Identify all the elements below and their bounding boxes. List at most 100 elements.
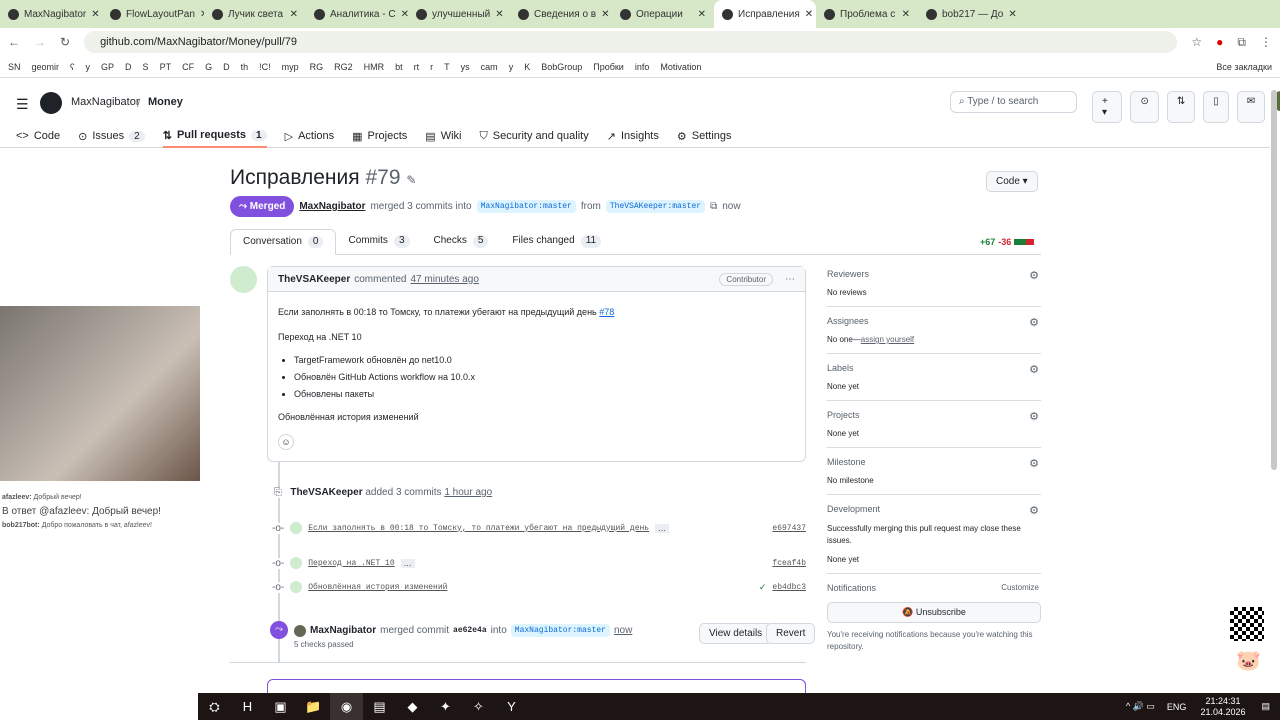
bookmark-item[interactable]: PT <box>160 62 172 72</box>
reload-icon[interactable]: ↻ <box>60 35 70 49</box>
bookmark-item[interactable]: cam <box>481 62 498 72</box>
app-icon[interactable]: H <box>231 693 264 720</box>
gear-icon[interactable]: ⚙ <box>1029 504 1039 517</box>
repo-name-link[interactable]: Money <box>148 96 183 108</box>
menu-icon[interactable]: ⋮ <box>1260 35 1272 49</box>
revert-button[interactable]: Revert <box>766 623 816 644</box>
commit-message-link[interactable]: Переход на .NET 10 <box>308 559 394 568</box>
repo-nav-projects[interactable]: ▦ Projects <box>352 124 407 148</box>
close-icon[interactable]: ✕ <box>601 9 609 20</box>
base-branch[interactable]: MaxNagibator:master <box>476 200 576 213</box>
gear-icon[interactable]: ⚙ <box>1029 457 1039 470</box>
repo-owner-link[interactable]: MaxNagibator <box>71 96 139 108</box>
app-icon[interactable]: ✧ <box>462 693 495 720</box>
folder-icon[interactable]: 📁 <box>297 693 330 720</box>
close-icon[interactable]: ✕ <box>495 9 503 20</box>
bookmark-item[interactable]: y <box>509 62 514 72</box>
browser-tab[interactable]: bob217 — До ✕ <box>918 0 1020 28</box>
bookmark-item[interactable]: bt <box>395 62 403 72</box>
expand-icon[interactable]: … <box>400 558 415 568</box>
tab-conversation[interactable]: Conversation 0 <box>230 229 337 255</box>
browser-tab[interactable]: Операции ✕ <box>612 0 714 28</box>
back-icon[interactable]: ← <box>8 35 20 49</box>
hamburger-icon[interactable]: ☰ <box>16 96 29 113</box>
tab-checks[interactable]: Checks 5 <box>422 229 501 254</box>
repo-nav-pull-requests[interactable]: ⇅ Pull requests 1 <box>162 124 267 148</box>
view-details-button[interactable]: View details <box>699 623 773 644</box>
close-icon[interactable]: ✕ <box>1008 9 1016 20</box>
extensions-icon[interactable]: ⧉ <box>1237 35 1246 50</box>
bookmark-item[interactable]: th <box>241 62 249 72</box>
forward-icon[interactable]: → <box>34 35 46 49</box>
gear-icon[interactable]: ⚙ <box>1029 363 1039 376</box>
inbox-icon[interactable]: ✉ <box>1236 91 1266 123</box>
close-icon[interactable]: ✕ <box>290 9 298 20</box>
bookmark-item[interactable]: Пробки <box>593 62 624 72</box>
bookmark-item[interactable]: myp <box>282 62 299 72</box>
repo-nav-wiki[interactable]: ▤ Wiki <box>425 124 461 148</box>
star-icon[interactable]: ☆ <box>1191 35 1202 49</box>
search-input[interactable]: ⌕ Type / to search <box>950 91 1077 113</box>
repo-nav-code[interactable]: <> Code <box>16 124 60 148</box>
issue-link[interactable]: #78 <box>599 307 614 317</box>
bookmark-item[interactable]: ys <box>461 62 470 72</box>
commit-message-link[interactable]: Обновлённая история изменений <box>308 583 447 592</box>
close-icon[interactable]: ✕ <box>401 9 408 20</box>
issues-icon[interactable]: ⊙ <box>1130 91 1159 123</box>
repo-nav-actions[interactable]: ▷ Actions <box>285 124 335 148</box>
repositories-icon[interactable]: ▯ <box>1203 91 1229 123</box>
assign-yourself-link[interactable]: assign yourself <box>861 335 914 344</box>
bookmark-item[interactable]: G <box>205 62 212 72</box>
bookmark-item[interactable]: CF <box>182 62 194 72</box>
commenter-avatar[interactable] <box>230 266 257 293</box>
all-bookmarks[interactable]: Все закладки <box>1216 62 1272 72</box>
bookmark-item[interactable]: rt <box>414 62 420 72</box>
bookmark-item[interactable]: r <box>430 62 433 72</box>
bookmark-item[interactable]: y <box>86 62 91 72</box>
expand-icon[interactable]: … <box>655 523 670 533</box>
commit-sha-link[interactable]: fceaf4b <box>772 559 806 568</box>
pull-requests-icon[interactable]: ⇅ <box>1166 91 1196 123</box>
edit-icon[interactable]: ✎ <box>406 173 416 187</box>
close-icon[interactable]: ✕ <box>698 9 706 20</box>
browser-tab[interactable]: Проблема с ✕ <box>816 0 918 28</box>
repo-nav-insights[interactable]: ↗ Insights <box>607 124 659 148</box>
tab-commits[interactable]: Commits 3 <box>336 229 421 254</box>
bookmark-item[interactable]: HMR <box>364 62 385 72</box>
browser-tab[interactable]: MaxNagibator ✕ <box>0 0 102 28</box>
more-options-icon[interactable]: ⋯ <box>785 274 795 285</box>
yandex-icon[interactable]: Y <box>495 693 528 720</box>
close-icon[interactable]: ✕ <box>805 9 813 20</box>
bookmark-item[interactable]: info <box>635 62 650 72</box>
bookmark-item[interactable]: S <box>143 62 149 72</box>
scrollbar[interactable] <box>1271 90 1277 470</box>
repo-nav-settings[interactable]: ⚙ Settings <box>677 124 732 148</box>
opera-icon[interactable]: ● <box>1216 35 1223 49</box>
gear-icon[interactable]: ⚙ <box>1029 316 1039 329</box>
bookmark-item[interactable]: ʕ <box>70 62 75 72</box>
create-new-button[interactable]: + ▾ <box>1092 91 1123 123</box>
close-icon[interactable]: ✕ <box>902 9 910 20</box>
bookmark-item[interactable]: RG2 <box>334 62 353 72</box>
add-reaction-icon[interactable]: ☺ <box>278 434 294 450</box>
commit-sha-link[interactable]: e697437 <box>772 524 806 533</box>
unsubscribe-button[interactable]: 🔕 Unsubscribe <box>827 602 1041 623</box>
github-logo-icon[interactable] <box>40 92 62 114</box>
browser-tab[interactable]: Сведения о в ✕ <box>510 0 612 28</box>
customize-link[interactable]: Customize <box>1001 583 1039 592</box>
bookmark-item[interactable]: D <box>223 62 230 72</box>
bookmark-item[interactable]: K <box>524 62 530 72</box>
bookmark-item[interactable]: geomir <box>32 62 60 72</box>
app-icon[interactable]: ▤ <box>363 693 396 720</box>
notifications-icon[interactable]: ▤ <box>1261 701 1270 712</box>
repo-nav-security-and-quality[interactable]: ⛉ Security and quality <box>479 124 588 148</box>
copy-icon[interactable]: ⧉ <box>710 201 717 212</box>
gear-icon[interactable]: ⚙ <box>1029 410 1039 423</box>
bookmark-item[interactable]: Motivation <box>660 62 701 72</box>
tab-files-changed[interactable]: Files changed 11 <box>500 229 613 254</box>
bookmark-item[interactable]: T <box>444 62 450 72</box>
author-link[interactable]: MaxNagibator <box>299 201 365 212</box>
comment-time[interactable]: 47 minutes ago <box>411 274 479 285</box>
app-icon[interactable]: ▣ <box>264 693 297 720</box>
comment-author[interactable]: TheVSAKeeper <box>278 274 350 285</box>
